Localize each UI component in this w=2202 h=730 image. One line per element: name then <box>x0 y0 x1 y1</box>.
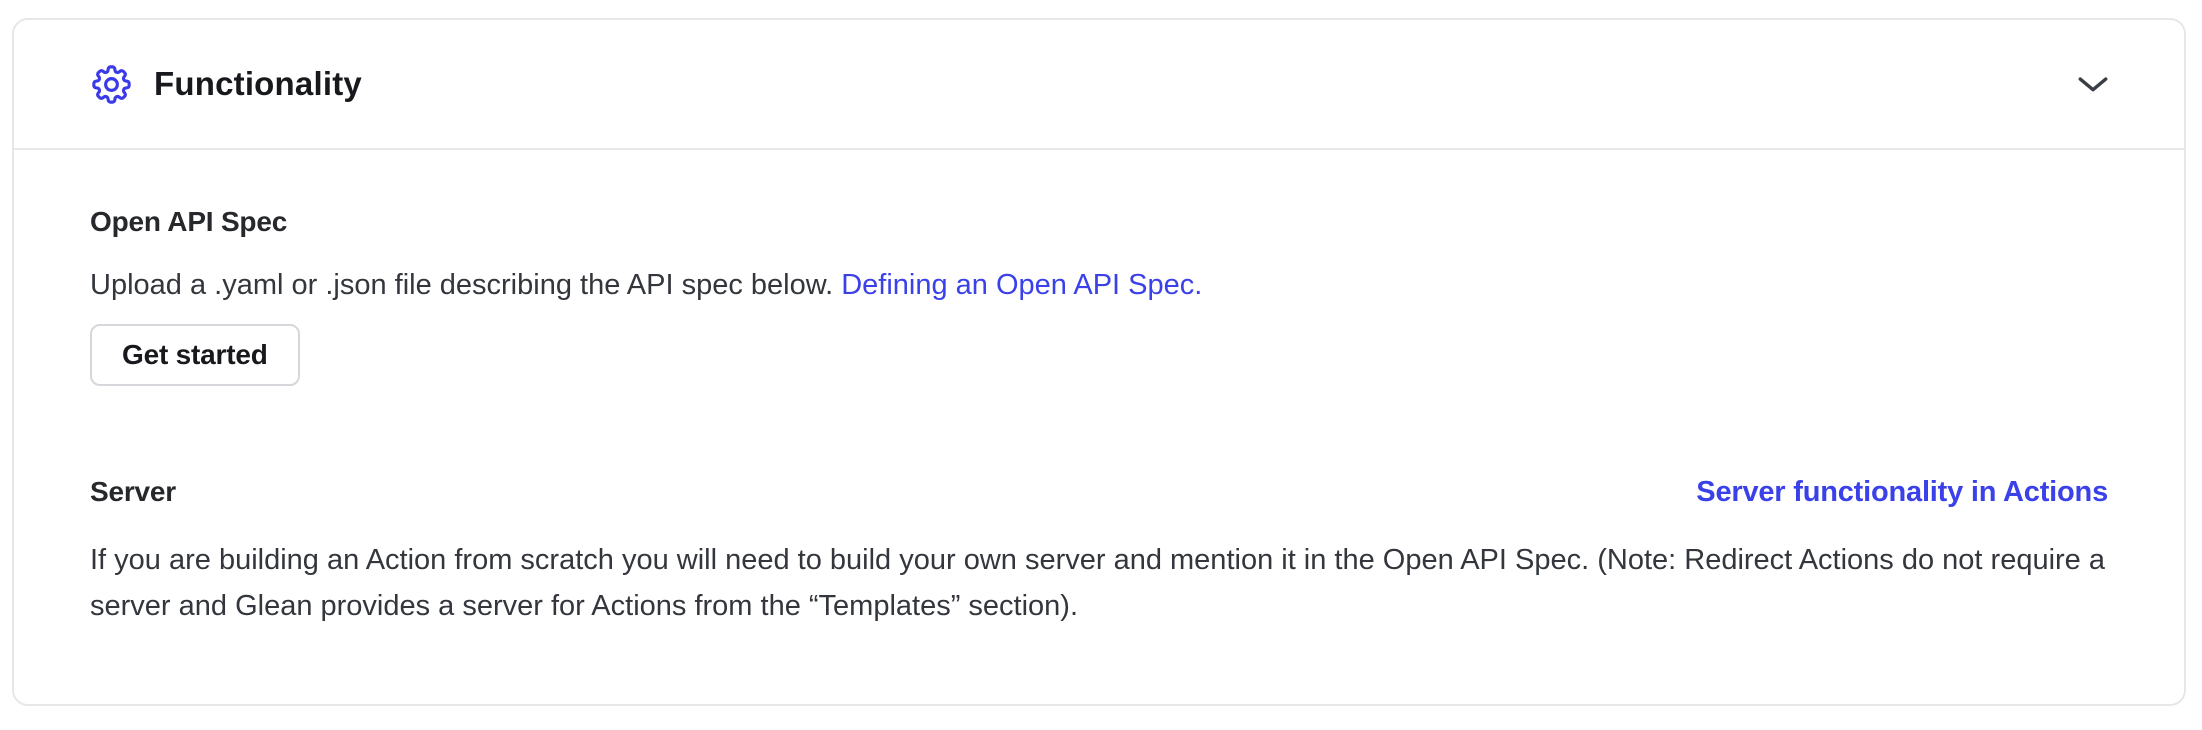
gear-icon <box>88 61 135 108</box>
server-section: Server Server functionality in Actions I… <box>90 476 2108 629</box>
functionality-card-body: Open API Spec Upload a .yaml or .json fi… <box>14 150 2184 629</box>
server-heading: Server <box>90 476 176 508</box>
open-api-spec-description-text: Upload a .yaml or .json file describing … <box>90 269 833 301</box>
server-description: If you are building an Action from scrat… <box>90 537 2108 629</box>
get-started-button[interactable]: Get started <box>90 324 300 386</box>
server-functionality-link[interactable]: Server functionality in Actions <box>1696 476 2108 509</box>
open-api-spec-description: Upload a .yaml or .json file describing … <box>90 262 2108 308</box>
defining-open-api-spec-link[interactable]: Defining an Open API Spec. <box>841 269 1202 301</box>
functionality-section-header[interactable]: Functionality <box>14 20 2184 150</box>
server-heading-row: Server Server functionality in Actions <box>90 476 2108 509</box>
chevron-down-icon[interactable] <box>2076 73 2110 95</box>
section-title: Functionality <box>154 65 362 103</box>
functionality-card: Functionality Open API Spec Upload a .ya… <box>12 18 2186 706</box>
open-api-spec-heading: Open API Spec <box>90 206 2108 238</box>
open-api-spec-section: Open API Spec Upload a .yaml or .json fi… <box>90 206 2108 386</box>
